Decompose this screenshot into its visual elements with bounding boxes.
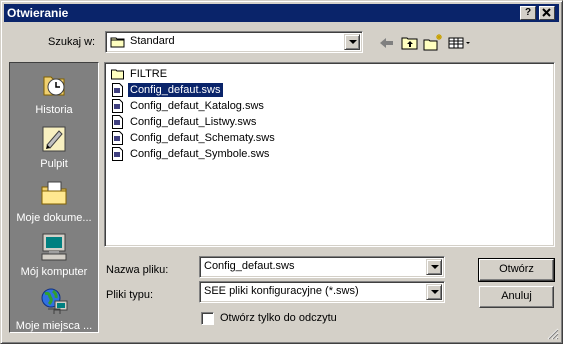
window-title: Otwieranie [7, 6, 69, 20]
look-in-value: Standard [130, 35, 175, 47]
desktop-icon [42, 126, 66, 152]
filename-field[interactable]: Config_defaut.sws [199, 256, 445, 278]
places-bar: Historia Pulpit Moje dokume... Mój kompu… [9, 62, 99, 333]
view-menu-button[interactable] [447, 32, 473, 54]
place-label: Historia [35, 104, 73, 116]
title-bar[interactable]: Otwieranie ? [4, 4, 559, 22]
file-name: Config_defaut_Symbole.sws [130, 148, 270, 160]
document-icon [112, 99, 123, 113]
filetype-label: Pliki typu: [106, 289, 154, 301]
place-label: Pulpit [40, 158, 68, 170]
look-in-label: Szukaj w: [48, 36, 96, 48]
close-icon [542, 8, 551, 17]
my-computer-icon [41, 233, 67, 261]
readonly-label[interactable]: Otwórz tylko do odczytu [220, 312, 337, 325]
look-in-dropdown-button[interactable] [344, 34, 360, 50]
place-label: Moje dokume... [16, 212, 92, 224]
place-my-documents[interactable]: Moje dokume... [10, 173, 98, 227]
view-menu-icon [448, 37, 470, 49]
my-documents-icon [41, 181, 67, 205]
file-name: Config_defaut_Katalog.sws [130, 100, 264, 112]
open-dialog: Otwieranie ? Szukaj w: Standard Historia… [0, 0, 563, 344]
folder-icon [111, 69, 124, 80]
close-button[interactable] [539, 6, 555, 20]
file-name: Config_defaut.sws [127, 82, 224, 98]
filename-value: Config_defaut.sws [204, 260, 295, 272]
place-label: Mój komputer [20, 266, 88, 278]
up-folder-button[interactable] [399, 32, 421, 54]
folder-icon [110, 37, 125, 48]
file-name: FILTRE [130, 68, 168, 80]
readonly-checkbox[interactable] [201, 312, 214, 325]
document-icon [112, 147, 123, 161]
file-name: Config_defaut_Listwy.sws [130, 116, 257, 128]
look-in-combo[interactable]: Standard [105, 31, 363, 53]
cancel-button[interactable]: Anuluj [479, 286, 554, 308]
filetype-dropdown-button[interactable] [426, 284, 442, 300]
resize-grip-icon[interactable] [547, 328, 559, 340]
back-button[interactable] [376, 32, 398, 54]
file-list[interactable]: FILTRE Config_defaut.sws Config_defaut_K… [104, 62, 555, 247]
new-folder-icon [423, 34, 442, 51]
filetype-value: SEE pliki konfiguracyjne (*.sws) [204, 285, 359, 297]
folder-up-icon [401, 37, 418, 50]
file-name: Config_defaut_Schematy.sws [130, 132, 275, 144]
history-icon [43, 76, 65, 96]
new-folder-button[interactable] [422, 32, 444, 54]
place-network[interactable]: Moje miejsca ... [10, 281, 98, 335]
back-arrow-icon [380, 38, 393, 48]
place-my-computer[interactable]: Mój komputer [10, 227, 98, 281]
place-desktop[interactable]: Pulpit [10, 119, 98, 173]
open-button[interactable]: Otwórz [478, 258, 555, 282]
filetype-select[interactable]: SEE pliki konfiguracyjne (*.sws) [199, 281, 445, 303]
document-icon [112, 131, 123, 145]
filename-dropdown-button[interactable] [426, 259, 442, 275]
document-icon [112, 115, 123, 129]
filename-label: Nazwa pliku: [106, 264, 169, 276]
place-label: Moje miejsca ... [15, 320, 93, 332]
document-icon [112, 83, 123, 97]
help-button[interactable]: ? [520, 6, 536, 20]
place-history[interactable]: Historia [10, 65, 98, 119]
network-places-icon [41, 288, 68, 314]
